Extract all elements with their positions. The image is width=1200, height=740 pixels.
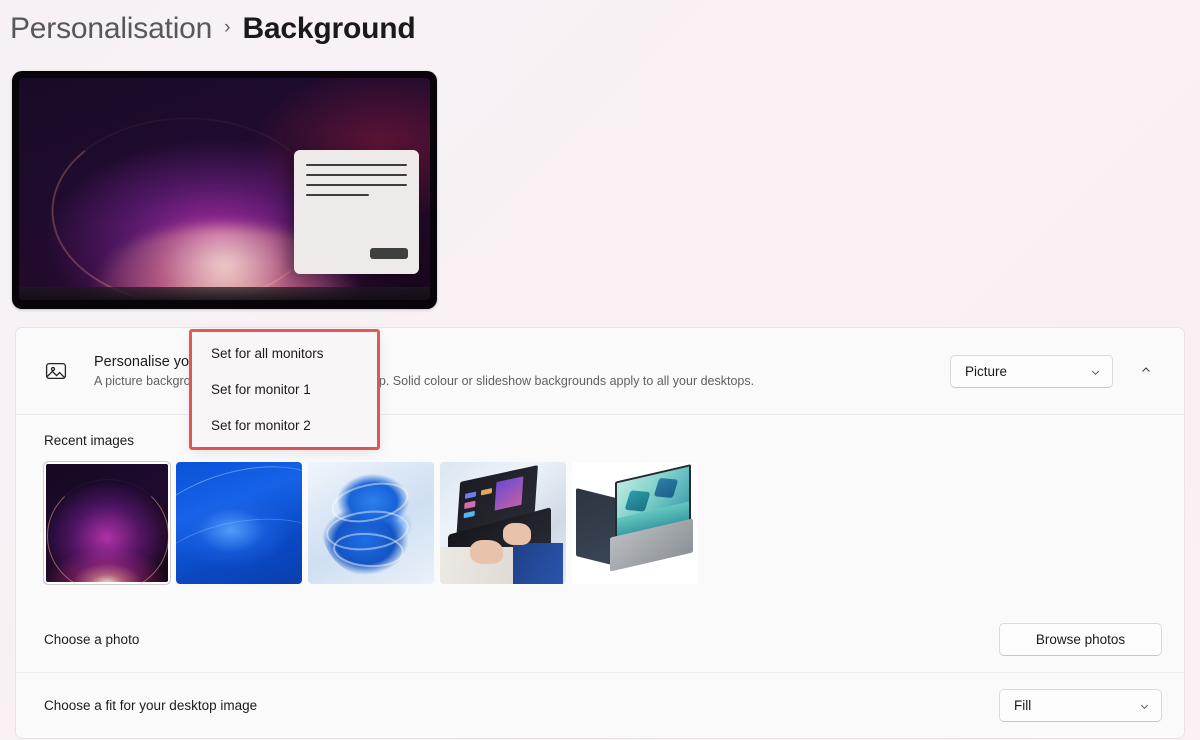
breadcrumb-root-link[interactable]: Personalisation: [10, 12, 212, 46]
browse-photos-button[interactable]: Browse photos: [999, 622, 1162, 656]
chevron-down-icon: [1090, 366, 1101, 377]
mock-text-line: [306, 184, 407, 186]
monitor-context-menu: Set for all monitors Set for monitor 1 S…: [192, 332, 377, 447]
chevron-down-icon: [1139, 700, 1150, 711]
preview-taskbar: [19, 287, 430, 300]
breadcrumb: Personalisation › Background: [10, 8, 416, 50]
desktop-preview-monitor: [12, 71, 437, 309]
fit-dropdown-value: Fill: [1014, 698, 1032, 713]
mock-text-line: [306, 194, 369, 196]
menu-item-set-all-monitors[interactable]: Set for all monitors: [192, 336, 377, 372]
preview-wallpaper: [19, 78, 430, 300]
choose-photo-label: Choose a photo: [44, 631, 140, 647]
choose-photo-row: Choose a photo Browse photos: [16, 606, 1184, 672]
recent-image-thumbnail[interactable]: [572, 462, 698, 584]
context-menu-highlight: Set for all monitors Set for monitor 1 S…: [189, 329, 380, 450]
breadcrumb-separator-icon: ›: [224, 17, 231, 38]
recent-image-thumbnail[interactable]: [44, 462, 170, 584]
fit-dropdown[interactable]: Fill: [999, 689, 1162, 722]
page-title: Background: [242, 12, 416, 45]
recent-image-thumbnail[interactable]: [440, 462, 566, 584]
background-type-dropdown[interactable]: Picture: [950, 354, 1113, 388]
background-type-value: Picture: [965, 363, 1008, 379]
choose-fit-row: Choose a fit for your desktop image Fill: [16, 672, 1184, 738]
recent-images-strip: [44, 462, 1156, 584]
person-sleeve: [513, 542, 564, 584]
mock-text-line: [306, 174, 407, 176]
recent-image-thumbnail[interactable]: [176, 462, 302, 584]
recent-image-thumbnail[interactable]: [308, 462, 434, 584]
preview-mock-window: [294, 150, 419, 274]
menu-item-set-monitor-2[interactable]: Set for monitor 2: [192, 407, 377, 443]
mock-window-button: [370, 248, 408, 259]
person-hand: [503, 523, 531, 545]
mock-text-line: [306, 164, 407, 166]
choose-fit-label: Choose a fit for your desktop image: [44, 698, 258, 713]
collapse-section-button[interactable]: [1129, 355, 1162, 388]
person-hand: [470, 540, 503, 565]
menu-item-set-monitor-1[interactable]: Set for monitor 1: [192, 372, 377, 408]
chevron-up-icon: [1140, 364, 1152, 379]
picture-icon: [44, 359, 68, 383]
